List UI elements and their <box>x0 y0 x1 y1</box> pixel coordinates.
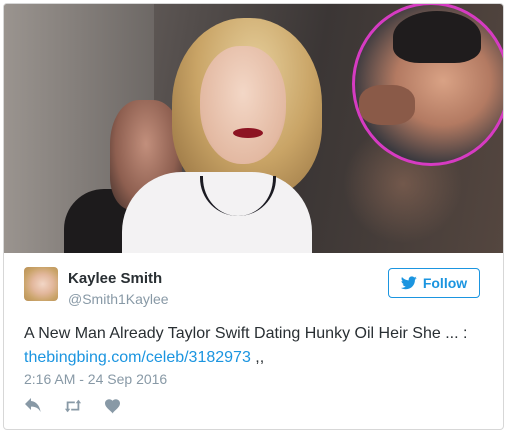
tweet-link[interactable]: thebingbing.com/celeb/3182973 <box>24 349 251 366</box>
photo-woman-lips <box>233 128 263 138</box>
tweet-text-line1: A New Man Already Taylor Swift Dating Hu… <box>24 325 468 342</box>
tweet-actions <box>24 398 122 414</box>
tweet-timestamp[interactable]: 2:16 AM - 24 Sep 2016 <box>24 371 167 387</box>
photo-inset-hair <box>393 11 481 63</box>
follow-button[interactable]: Follow <box>388 268 480 298</box>
reply-icon[interactable] <box>24 398 42 414</box>
heart-icon[interactable] <box>104 398 122 414</box>
photo-woman-face <box>200 46 286 164</box>
photo-inset-man <box>352 4 503 166</box>
follow-label: Follow <box>422 275 468 291</box>
twitter-bird-icon <box>400 276 417 290</box>
author-name[interactable]: Kaylee Smith <box>68 270 162 287</box>
tweet-card: Kaylee Smith @Smith1Kaylee Follow A New … <box>3 3 504 430</box>
tweet-text-suffix: ,, <box>250 349 265 366</box>
author-avatar[interactable] <box>24 267 58 301</box>
retweet-icon[interactable] <box>64 398 82 414</box>
tweet-text: A New Man Already Taylor Swift Dating Hu… <box>24 322 494 370</box>
author-handle[interactable]: @Smith1Kaylee <box>68 291 169 307</box>
photo-inset-plate <box>359 85 415 125</box>
tweet-photo[interactable] <box>4 4 503 253</box>
